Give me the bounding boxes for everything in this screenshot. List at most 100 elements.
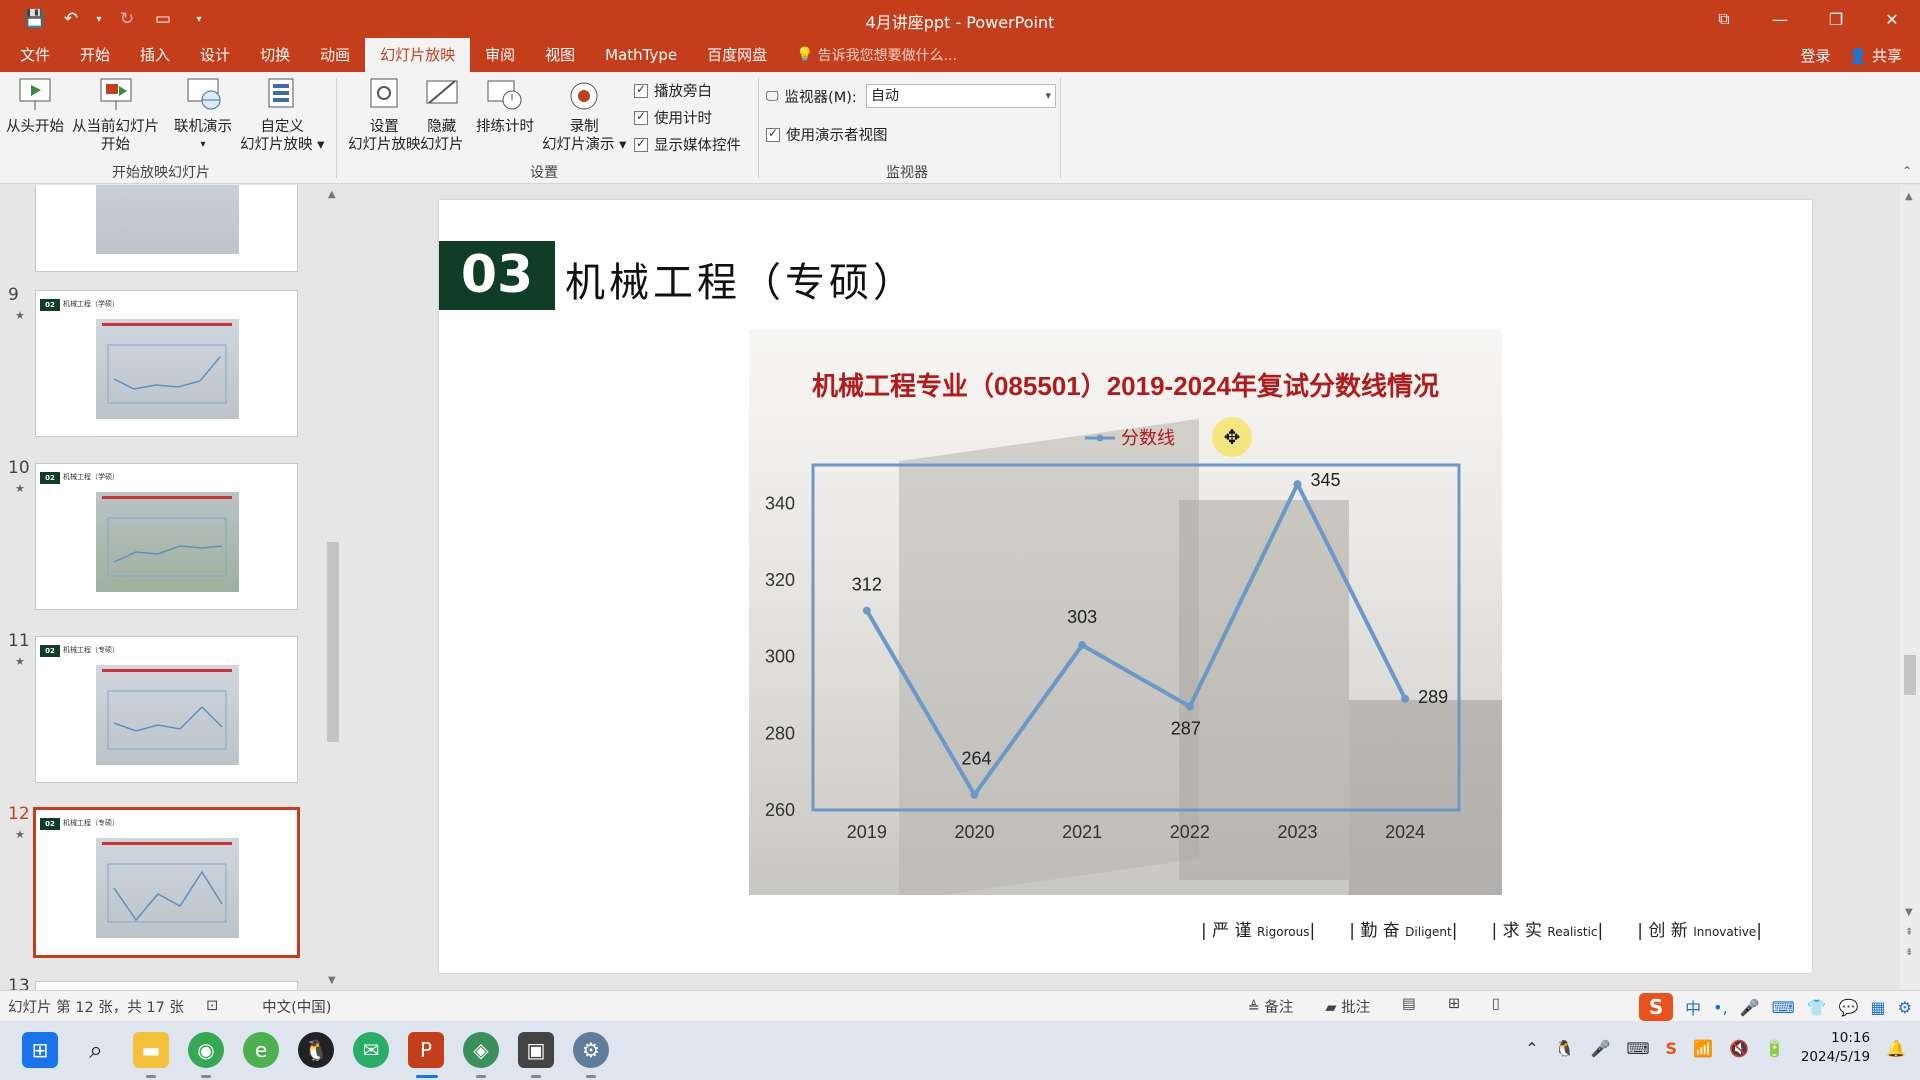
- data-label: 303: [1067, 607, 1097, 627]
- tab-slideshow[interactable]: 幻灯片放映: [365, 38, 471, 72]
- apps-grid-icon[interactable]: ▦: [1871, 998, 1886, 1017]
- rehearse-timings-button[interactable]: 排练计时: [476, 76, 534, 136]
- slideshow-icon[interactable]: ▭: [150, 9, 176, 29]
- scroll-up-icon[interactable]: ▲: [1905, 191, 1913, 202]
- collapse-ribbon-icon[interactable]: ⌃: [1902, 164, 1912, 178]
- minimize-button[interactable]: —: [1752, 0, 1808, 38]
- tab-animations[interactable]: 动画: [305, 38, 365, 72]
- tab-transitions[interactable]: 切换: [245, 38, 305, 72]
- tab-mathtype[interactable]: MathType: [590, 38, 692, 72]
- slide-scrollbar[interactable]: ▲ ▼ ⇞ ⇟: [1900, 185, 1920, 990]
- tab-file[interactable]: 文件: [0, 38, 65, 72]
- microphone-tray-icon[interactable]: 🎤: [1591, 1039, 1611, 1058]
- thumbnail-scrollbar[interactable]: ▲ ▼: [325, 187, 341, 989]
- y-tick-label: 320: [765, 570, 795, 590]
- spell-check-icon[interactable]: ⊡: [206, 998, 218, 1014]
- chart-container[interactable]: 机械工程专业（085501）2019-2024年复试分数线情况 分数线 260 280…: [749, 330, 1502, 895]
- skin-icon[interactable]: 👕: [1807, 998, 1827, 1017]
- login-link[interactable]: 登录: [1801, 45, 1831, 66]
- reading-view-icon[interactable]: ▯: [1492, 996, 1500, 1017]
- tab-insert[interactable]: 插入: [125, 38, 185, 72]
- qq-tray-icon[interactable]: 🐧: [1555, 1039, 1575, 1058]
- file-explorer-icon[interactable]: ▬: [133, 1032, 169, 1068]
- qq-icon[interactable]: 🐧: [298, 1032, 334, 1068]
- powerpoint-icon[interactable]: P: [408, 1032, 444, 1068]
- tab-baidu-netdisk[interactable]: 百度网盘: [692, 38, 782, 72]
- keyboard-icon[interactable]: ⌨: [1772, 998, 1795, 1017]
- punctuation-icon[interactable]: •,: [1713, 998, 1728, 1017]
- chat-icon[interactable]: 💬: [1839, 998, 1859, 1017]
- wechat-icon[interactable]: ✉: [353, 1032, 389, 1068]
- thumbnail-chart: [107, 517, 227, 577]
- settings-gear-icon[interactable]: ⚙: [573, 1032, 609, 1068]
- setup-slideshow-button[interactable]: 设置 幻灯片放映: [348, 76, 421, 154]
- system-clock[interactable]: 10:16 2024/5/19: [1801, 1029, 1870, 1067]
- ime-tray-icon[interactable]: ⌨: [1626, 1039, 1649, 1058]
- scrollbar-thumb[interactable]: [1904, 655, 1916, 695]
- ime-mode[interactable]: 中: [1685, 995, 1701, 1019]
- volume-muted-icon[interactable]: 🔇: [1729, 1039, 1749, 1058]
- monitor-select[interactable]: 自动: [866, 84, 1056, 108]
- slide-thumbnail[interactable]: [35, 185, 298, 272]
- hide-slide-icon: [423, 76, 461, 114]
- custom-slideshow-button[interactable]: 自定义 幻灯片放映 ▾: [240, 76, 324, 154]
- restore-button[interactable]: ❐: [1808, 0, 1864, 38]
- redo-icon[interactable]: ↻: [114, 9, 140, 29]
- undo-icon[interactable]: ↶: [58, 9, 84, 29]
- language-indicator[interactable]: 中文(中国): [262, 996, 331, 1017]
- normal-view-icon[interactable]: ▤: [1402, 996, 1416, 1017]
- tab-home[interactable]: 开始: [65, 38, 125, 72]
- present-online-button[interactable]: 联机演示 ▾: [174, 76, 232, 154]
- previous-slide-icon[interactable]: ⇞: [1905, 927, 1913, 938]
- sogou-logo-icon[interactable]: S: [1639, 993, 1674, 1021]
- windows-start-icon[interactable]: ⊞: [22, 1032, 58, 1068]
- slide-thumbnail[interactable]: 02 机械工程（专硕）: [35, 636, 298, 783]
- presenter-app-icon[interactable]: ▣: [518, 1032, 554, 1068]
- next-slide-icon[interactable]: ⇟: [1905, 947, 1913, 958]
- presenter-view-checkbox[interactable]: 使用演示者视图: [766, 124, 888, 145]
- from-beginning-button[interactable]: 从头开始: [6, 76, 64, 136]
- record-slideshow-button[interactable]: 录制 幻灯片演示 ▾: [542, 76, 626, 154]
- notification-bell-icon[interactable]: 🔔: [1886, 1039, 1906, 1058]
- show-media-controls-checkbox[interactable]: 显示媒体控件: [634, 134, 741, 155]
- slide-sorter-icon[interactable]: ⊞: [1448, 996, 1460, 1017]
- app-icon[interactable]: ◈: [463, 1032, 499, 1068]
- tell-me-search[interactable]: 告诉我您想要做什么...: [818, 45, 957, 65]
- customize-qat-icon[interactable]: ▾: [186, 14, 212, 25]
- scroll-up-icon[interactable]: ▲: [328, 189, 336, 200]
- notes-button[interactable]: ≜ 备注: [1248, 996, 1294, 1017]
- save-icon[interactable]: 💾: [22, 9, 48, 29]
- section-title[interactable]: 机械工程（专硕）: [565, 250, 917, 308]
- comments-button[interactable]: ▰ 批注: [1325, 996, 1370, 1017]
- edge-browser-icon[interactable]: e: [243, 1032, 279, 1068]
- slide-thumbnail[interactable]: 02 机械工程（学硕）: [35, 463, 298, 610]
- use-timings-checkbox[interactable]: 使用计时: [634, 107, 712, 128]
- slide-thumbnail[interactable]: 02 机械工程（学硕）: [35, 290, 298, 437]
- close-button[interactable]: ✕: [1864, 0, 1920, 38]
- slide-thumbnail-selected[interactable]: 02 机械工程（专硕）: [33, 807, 300, 958]
- search-icon[interactable]: ⌕: [78, 1032, 114, 1068]
- chevron-up-icon[interactable]: ⌃: [1525, 1039, 1538, 1058]
- current-slide[interactable]: 03 机械工程（专硕） 机械工程专业（085501）2019-2024年复试分数…: [439, 200, 1812, 973]
- hide-slide-button[interactable]: 隐藏 幻灯片: [420, 76, 464, 154]
- tab-view[interactable]: 视图: [530, 38, 590, 72]
- scroll-down-icon[interactable]: ▼: [328, 975, 336, 986]
- undo-dropdown-icon[interactable]: ▾: [94, 14, 104, 25]
- microphone-icon[interactable]: 🎤: [1740, 998, 1760, 1017]
- ribbon-display-options-icon[interactable]: ⧉: [1696, 0, 1752, 38]
- tab-design[interactable]: 设计: [185, 38, 245, 72]
- lightbulb-icon: 💡: [796, 47, 814, 63]
- sogou-tray-icon[interactable]: S: [1666, 1039, 1678, 1058]
- chrome-icon[interactable]: ◉: [188, 1032, 224, 1068]
- scroll-down-icon[interactable]: ▼: [1905, 907, 1913, 918]
- motto-diligent: | 勤 奋 Diligent|: [1349, 921, 1458, 941]
- settings-icon[interactable]: ⚙: [1898, 998, 1912, 1017]
- share-button[interactable]: 👤 共享: [1849, 45, 1902, 66]
- tab-review[interactable]: 审阅: [470, 38, 530, 72]
- scrollbar-thumb[interactable]: [327, 542, 339, 742]
- from-current-button[interactable]: 从当前幻灯片 开始: [72, 76, 159, 154]
- wifi-icon[interactable]: 📶: [1693, 1039, 1713, 1058]
- play-narration-checkbox[interactable]: 播放旁白: [634, 80, 712, 101]
- slide-thumbnail[interactable]: [35, 981, 298, 990]
- battery-icon[interactable]: 🔋: [1765, 1039, 1785, 1058]
